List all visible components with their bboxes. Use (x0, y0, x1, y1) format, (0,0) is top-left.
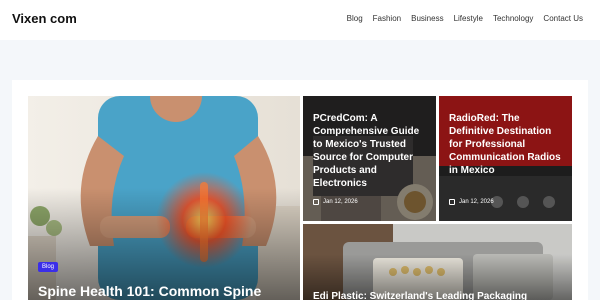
post-card[interactable]: Edi Plastic: Switzerland's Leading Packa… (303, 224, 572, 300)
post-card[interactable]: RadioRed: The Definitive Destination for… (439, 96, 572, 221)
post-date-text: Jan 12, 2026 (459, 199, 494, 205)
post-date: Jan 12, 2026 (313, 199, 358, 205)
calendar-icon (449, 199, 455, 205)
main-nav: Blog Fashion Business Lifestyle Technolo… (347, 14, 583, 23)
post-card[interactable]: PCredCom: A Comprehensive Guide to Mexic… (303, 96, 436, 221)
featured-post-card[interactable]: Blog Spine Health 101: Common Spine (28, 96, 300, 300)
featured-posts-grid: Blog Spine Health 101: Common Spine PCre… (12, 80, 588, 300)
featured-post-title[interactable]: Spine Health 101: Common Spine (38, 282, 298, 300)
category-badge[interactable]: Blog (38, 262, 59, 272)
post-title[interactable]: PCredCom: A Comprehensive Guide to Mexic… (313, 112, 429, 190)
site-logo[interactable]: Vixen com (12, 11, 77, 26)
post-date-text: Jan 12, 2026 (323, 199, 358, 205)
post-title[interactable]: RadioRed: The Definitive Destination for… (449, 112, 565, 177)
featured-post-shade (28, 96, 300, 300)
post-date: Jan 12, 2026 (449, 199, 494, 205)
post-shade (303, 224, 572, 300)
calendar-icon (313, 199, 319, 205)
nav-item-business[interactable]: Business (411, 14, 443, 23)
nav-item-fashion[interactable]: Fashion (373, 14, 401, 23)
site-header: Vixen com Blog Fashion Business Lifestyl… (0, 0, 600, 40)
post-title[interactable]: Edi Plastic: Switzerland's Leading Packa… (313, 290, 568, 300)
nav-item-lifestyle[interactable]: Lifestyle (454, 14, 483, 23)
nav-item-blog[interactable]: Blog (347, 14, 363, 23)
nav-item-technology[interactable]: Technology (493, 14, 533, 23)
nav-item-contact-us[interactable]: Contact Us (543, 14, 583, 23)
